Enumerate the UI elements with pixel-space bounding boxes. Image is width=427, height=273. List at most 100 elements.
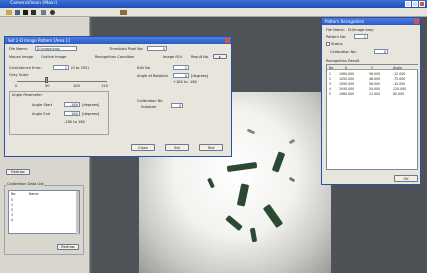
recognition-condition: Recognition Condition xyxy=(95,55,135,59)
threshold-label: Threshold Pixel No: xyxy=(109,47,144,51)
mode-mouse-image[interactable]: Mouse Image xyxy=(9,55,33,59)
angle-parameter-title: Angle Parameter xyxy=(12,93,43,97)
grab-icon[interactable] xyxy=(23,10,28,15)
result-window: Pattern Recognition File Name: D:\image.… xyxy=(321,17,421,185)
gray-scale-label: Gray Scale xyxy=(9,73,29,77)
pattern-no-field[interactable]: 1 xyxy=(354,34,368,39)
calibration-no-label: Calibration No xyxy=(137,99,163,103)
angle-rotation-field[interactable]: 0 xyxy=(173,73,189,78)
coincidence-label: Coincidence Error: xyxy=(9,66,42,70)
result-file-label: File Name: xyxy=(326,28,345,32)
part-5 xyxy=(225,214,243,232)
result-file-value: D:\image.bmp xyxy=(348,28,374,32)
table-row: 3 xyxy=(329,82,332,86)
cell-y: 48.000 xyxy=(369,77,381,81)
redraw-button[interactable]: Redraw xyxy=(6,169,30,175)
pattern-no-label: Pattern No: xyxy=(326,35,347,39)
col-no: No xyxy=(329,65,334,70)
list-header-name: Name xyxy=(29,192,39,196)
stop-icon[interactable] xyxy=(31,10,36,15)
coincidence-field[interactable]: 1 xyxy=(53,65,69,70)
col-angle: Angle xyxy=(393,65,403,70)
part-2 xyxy=(271,151,286,173)
app-titlebar: CameraVision [Main] xyxy=(0,0,427,8)
part-1 xyxy=(226,161,258,173)
result-ok-button[interactable]: OK xyxy=(394,175,418,182)
dialog-titlebar: Set 2-D Image Pattern [Area 1] xyxy=(5,37,231,44)
cell-angle: 120.000 xyxy=(393,87,407,91)
edit-no-field[interactable]: 1 xyxy=(173,65,189,70)
result-no-label: Result No. xyxy=(191,55,210,59)
zoom-icon[interactable] xyxy=(50,10,55,15)
cell-x: 1050.000 xyxy=(339,77,355,81)
status-checkbox[interactable] xyxy=(326,42,330,46)
cell-y: 12.000 xyxy=(369,92,381,96)
cell-angle: -12.000 xyxy=(393,72,406,76)
mode-image-roi[interactable]: Image ROI xyxy=(163,55,182,59)
part-6 xyxy=(249,227,258,243)
list-item[interactable]: 4 xyxy=(11,218,13,222)
calibration-list-group: Calibration Data List No. Name 0 1 2 3 4… xyxy=(4,182,84,255)
result-table[interactable]: No X Y Angle 1 1060.000 56.000 -12.000 2… xyxy=(326,64,418,170)
angle-rotation-unit: [degrees] xyxy=(191,74,209,78)
toolbar xyxy=(0,8,427,17)
close-button[interactable] xyxy=(419,1,425,7)
pattern-dialog: Set 2-D Image Pattern [Area 1] File Name… xyxy=(4,36,232,157)
dialog-test-button[interactable]: Test xyxy=(199,144,223,151)
open-icon[interactable] xyxy=(6,10,12,15)
coincidence-range: (0 to 255) xyxy=(71,66,89,70)
calibration-sub-label: Subpixel xyxy=(141,105,157,109)
angle-start-label: Angle Start xyxy=(32,103,53,107)
table-row: 5 xyxy=(329,92,332,96)
threshold-field[interactable]: 0 xyxy=(147,46,167,51)
cell-y: 56.000 xyxy=(369,72,381,76)
col-x: X xyxy=(345,65,348,70)
result-no-spinner[interactable]: ▸ xyxy=(213,54,227,59)
table-row: 2 xyxy=(329,77,332,81)
dialog-close-button[interactable]: Close xyxy=(131,144,155,151)
part-7 xyxy=(207,177,215,189)
help-icon[interactable] xyxy=(120,10,127,15)
mode-outline-image[interactable]: Outline Image xyxy=(41,55,66,59)
angle-end-field[interactable]: 180 xyxy=(64,111,80,116)
part-8 xyxy=(288,176,296,183)
angle-end-unit: [degrees] xyxy=(82,112,100,116)
result-calib-field[interactable]: 0 xyxy=(374,49,388,54)
part-3 xyxy=(236,183,250,207)
list-item[interactable]: 1 xyxy=(11,203,13,207)
list-item[interactable]: 2 xyxy=(11,208,13,212)
calibration-no-field[interactable]: 0 xyxy=(171,103,183,108)
result-close-icon[interactable] xyxy=(414,19,419,24)
gray-scale-slider[interactable] xyxy=(17,77,107,83)
edit-no-label: Edit No xyxy=(137,66,150,70)
calibration-list[interactable]: No. Name 0 1 2 3 4 xyxy=(8,190,80,235)
list-item[interactable]: 0 xyxy=(11,198,13,202)
slider-thumb[interactable] xyxy=(45,77,48,83)
dialog-title: Set 2-D Image Pattern [Area 1] xyxy=(8,38,70,43)
cell-y: 54.000 xyxy=(369,87,381,91)
part-10 xyxy=(288,138,296,145)
list-redraw-button[interactable]: Redraw xyxy=(57,244,79,250)
table-row: 1 xyxy=(329,72,332,76)
minimize-button[interactable] xyxy=(405,1,411,7)
cell-x: 1060.000 xyxy=(339,92,355,96)
file-name-label: File Name: xyxy=(9,47,28,51)
settings-icon[interactable] xyxy=(41,10,46,15)
cell-angle: 60.000 xyxy=(393,92,405,96)
dialog-close-icon[interactable] xyxy=(225,38,230,43)
angle-start-field[interactable]: -180 xyxy=(64,102,80,107)
status-label: Status xyxy=(331,42,343,46)
col-y: Y xyxy=(371,65,373,70)
list-item[interactable]: 3 xyxy=(11,213,13,217)
file-name-field[interactable]: D:\image.bmp xyxy=(35,46,77,51)
maximize-button[interactable] xyxy=(412,1,418,7)
list-scrollbar[interactable] xyxy=(76,191,79,235)
save-icon[interactable] xyxy=(15,10,20,15)
cell-x: 1040.000 xyxy=(339,87,355,91)
result-titlebar: Pattern Recognition xyxy=(322,18,420,25)
dialog-set-button[interactable]: Set xyxy=(165,144,189,151)
calibration-list-title: Calibration Data List xyxy=(7,182,44,186)
result-calib-label: Calibration No: xyxy=(330,50,357,54)
angle-range-note: -180 to 180 xyxy=(64,120,85,124)
angle-rotation-limit: +180 to -180 xyxy=(173,80,197,84)
